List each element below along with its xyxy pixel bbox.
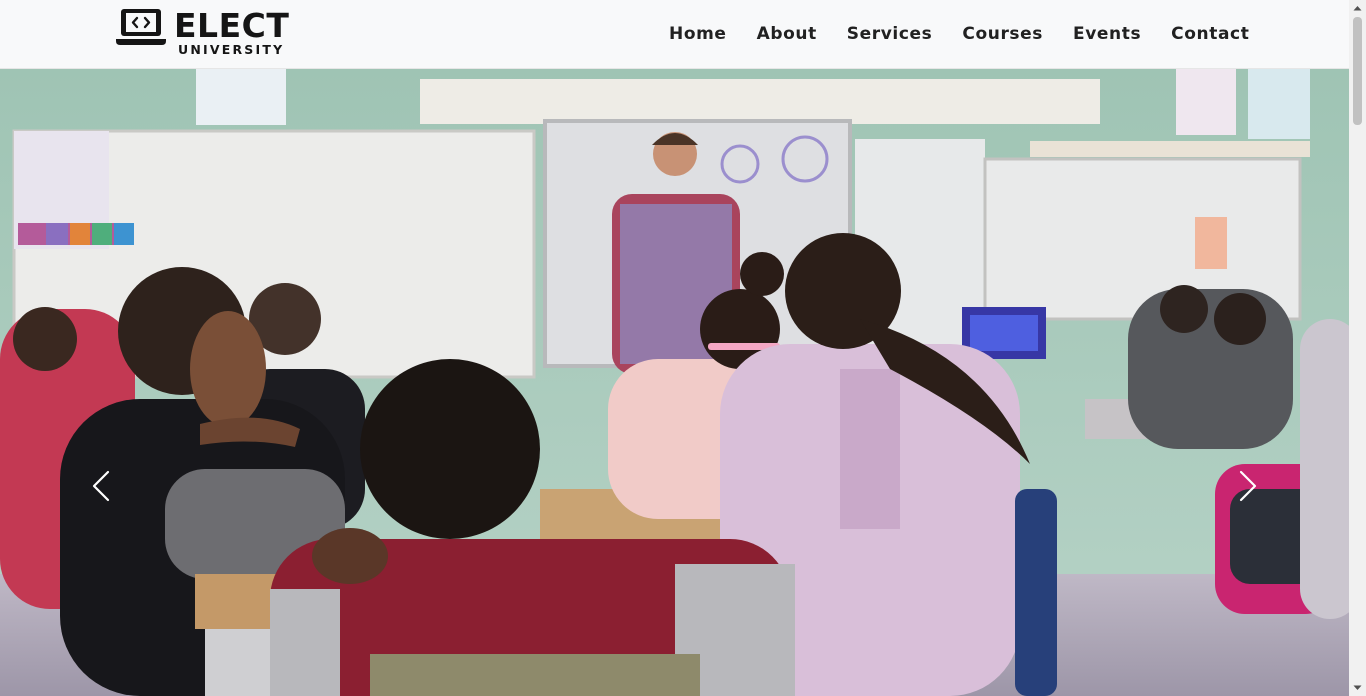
nav-link-home[interactable]: Home	[669, 22, 727, 46]
nav-item-about: About	[757, 22, 847, 46]
nav-item-home: Home	[669, 22, 757, 46]
brand-subtitle: UNIVERSITY	[178, 42, 285, 57]
page-scrollbar[interactable]	[1349, 0, 1366, 696]
nav-link-about[interactable]: About	[757, 22, 817, 46]
hero-carousel	[0, 69, 1349, 696]
chevron-left-icon	[92, 470, 110, 502]
brand-name: ELECT	[174, 6, 290, 45]
scroll-down-arrow-icon[interactable]	[1349, 679, 1366, 696]
brand-logo[interactable]: ELECT UNIVERSITY	[116, 8, 289, 62]
nav-link-events[interactable]: Events	[1073, 22, 1141, 46]
nav-item-contact: Contact	[1171, 22, 1279, 46]
classroom-photo	[0, 69, 1349, 696]
nav-item-events: Events	[1073, 22, 1171, 46]
nav-item-services: Services	[847, 22, 963, 46]
nav-item-courses: Courses	[962, 22, 1073, 46]
carousel-prev-button[interactable]	[86, 469, 116, 503]
nav-link-courses[interactable]: Courses	[962, 22, 1043, 46]
nav-link-services[interactable]: Services	[847, 22, 933, 46]
scrollbar-thumb[interactable]	[1353, 17, 1362, 125]
nav-link-contact[interactable]: Contact	[1171, 22, 1249, 46]
carousel-next-button[interactable]	[1233, 469, 1263, 503]
navbar: ELECT UNIVERSITY Home About Services Cou…	[0, 0, 1349, 69]
brand-text: ELECT UNIVERSITY	[174, 8, 289, 57]
scroll-up-arrow-icon[interactable]	[1349, 0, 1366, 17]
chevron-right-icon	[1239, 470, 1257, 502]
laptop-code-icon	[116, 9, 166, 45]
main-nav: Home About Services Courses Events Conta…	[669, 22, 1279, 46]
